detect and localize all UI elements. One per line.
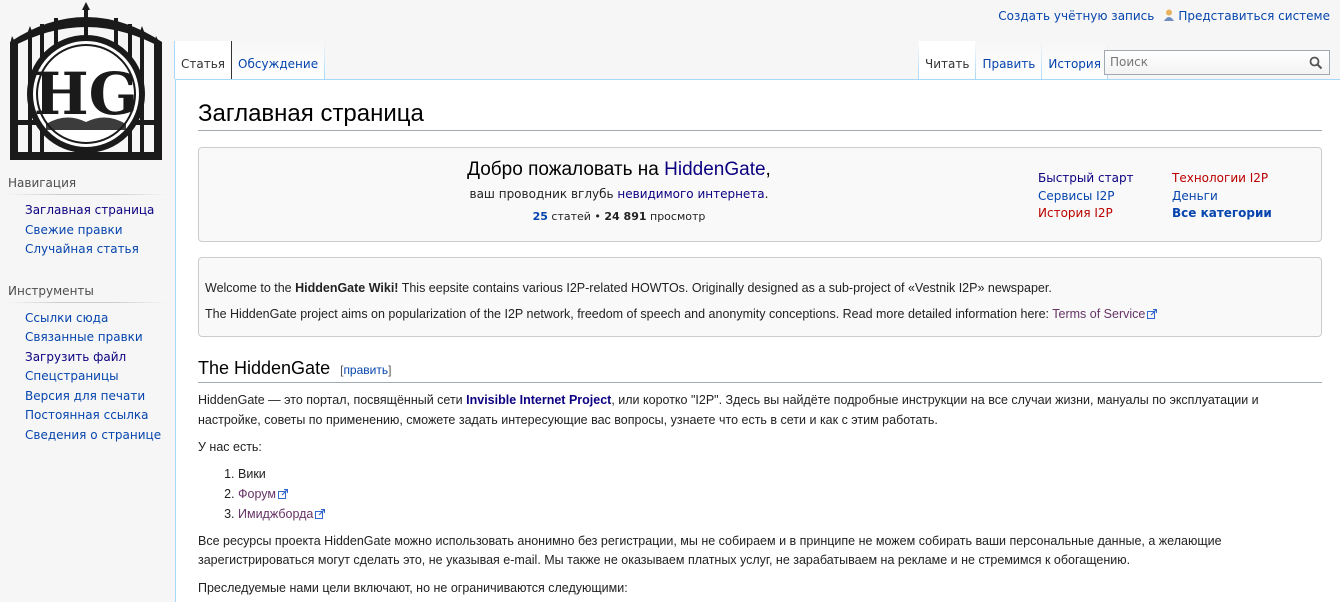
list-item-forum: Форум (238, 484, 1322, 504)
search-input[interactable] (1105, 51, 1295, 73)
section-heading-text: The HiddenGate (198, 358, 331, 378)
user-icon (1164, 9, 1175, 21)
section-p1-prefix: HiddenGate — это портал, посвящённый сет… (198, 393, 467, 407)
sidebar-item-special-pages[interactable]: Спецстраницы (25, 369, 119, 383)
section-paragraph-1: HiddenGate — это портал, посвящённый сет… (198, 391, 1322, 430)
edit-bracket-close: ] (388, 363, 392, 377)
intro-p1-prefix: Welcome to the (205, 281, 296, 295)
welcome-title: Добро пожаловать на HiddenGate, (199, 159, 1039, 181)
tab-discussion[interactable]: Обсуждение (232, 41, 326, 79)
welcome-suffix: , (765, 159, 771, 180)
views-label: просмотр (646, 210, 706, 223)
gate-logo-icon: HG (10, 2, 162, 160)
navigation-heading: Навигация (8, 160, 166, 195)
sidebar-item-printable-version[interactable]: Версия для печати (25, 389, 145, 403)
site-logo[interactable]: HG (10, 2, 162, 160)
intro-p2-text: The HiddenGate project aims on populariz… (205, 307, 1053, 321)
tab-edit[interactable]: Править (976, 41, 1043, 79)
section-paragraph-3: Преследуемые нами цели включают, но не о… (198, 580, 628, 595)
intro-p1-rest: This eepsite contains various I2P-relate… (398, 281, 1052, 295)
sidebar-item-recent-changes[interactable]: Свежие правки (25, 223, 123, 237)
quick-links: Быстрый старт Технологии I2P Сервисы I2P… (1038, 171, 1292, 222)
sidebar-item-random-article[interactable]: Случайная статья (25, 242, 139, 256)
tools-list: Ссылки сюда Связанные правки Загрузить ф… (8, 309, 166, 446)
articles-label: статей • (547, 210, 605, 223)
list-item-imageboard: Имиджборда (238, 504, 1322, 524)
resources-list: Вики Форум Имиджборда (238, 464, 1322, 524)
section-paragraph-2: Все ресурсы проекта HiddenGate можно исп… (198, 533, 1222, 568)
external-link-icon (315, 508, 326, 519)
navigation-list: Заглавная страница Свежие правки Случайн… (8, 201, 166, 260)
sidebar-item-main-page[interactable]: Заглавная страница (25, 203, 154, 217)
namespace-tabs: Статья Обсуждение (174, 41, 326, 79)
section-edit: [править] (340, 363, 391, 377)
navigation-portal: Навигация Заглавная страница Свежие прав… (8, 160, 166, 260)
content-area: Заглавная страница Добро пожаловать на H… (175, 79, 1340, 602)
invisible-internet-link[interactable]: невидимого интернета (617, 187, 764, 201)
section-heading: The HiddenGate [править] (198, 358, 1322, 383)
welcome-site-link[interactable]: HiddenGate (664, 159, 765, 180)
tools-heading: Инструменты (8, 267, 166, 303)
tab-history[interactable]: История (1042, 41, 1108, 79)
sidebar: Навигация Заглавная страница Свежие прав… (0, 160, 174, 445)
welcome-sub-prefix: ваш проводник вглубь (469, 187, 618, 201)
sidebar-item-what-links-here[interactable]: Ссылки сюда (25, 311, 108, 325)
page-title: Заглавная страница (198, 80, 1322, 131)
section-body: HiddenGate — это портал, посвящённый сет… (198, 391, 1322, 598)
intro-p1-bold: HiddenGate Wiki! (295, 281, 399, 295)
intro-box: Welcome to the HiddenGate Wiki! This eep… (198, 257, 1322, 337)
login-link-wrap[interactable]: Представиться системе (1164, 9, 1330, 23)
intro-paragraph-2: The HiddenGate project aims on populariz… (205, 306, 1315, 322)
welcome-prefix: Добро пожаловать на (467, 159, 665, 180)
welcome-sub-suffix: . (764, 187, 769, 201)
i2p-project-link[interactable]: Invisible Internet Project (466, 393, 611, 407)
all-categories-link[interactable]: Все категории (1172, 206, 1292, 222)
history-link[interactable]: История I2P (1038, 206, 1172, 222)
tab-read[interactable]: Читать (918, 41, 977, 79)
terms-of-service-link[interactable]: Terms of Service (1052, 307, 1145, 321)
sidebar-item-upload-file[interactable]: Загрузить файл (25, 350, 126, 364)
intro-paragraph-1: Welcome to the HiddenGate Wiki! This eep… (205, 280, 1315, 296)
create-account-link[interactable]: Создать учётную запись (998, 9, 1154, 23)
tools-portal: Инструменты Ссылки сюда Связанные правки… (8, 267, 166, 446)
section-edit-link[interactable]: править (343, 363, 388, 377)
sidebar-item-page-info[interactable]: Сведения о странице (25, 428, 161, 442)
external-link-icon (1147, 309, 1158, 319)
personal-tools: Создать учётную запись Представиться сис… (998, 9, 1330, 23)
welcome-stats: 25 статей • 24 891 просмотр (199, 210, 1039, 223)
svg-text:HG: HG (34, 60, 138, 128)
money-link[interactable]: Деньги (1172, 189, 1292, 205)
list-item-wiki: Вики (238, 464, 1322, 484)
welcome-box: Добро пожаловать на HiddenGate, ваш пров… (198, 147, 1322, 242)
services-link[interactable]: Сервисы I2P (1038, 189, 1172, 205)
welcome-center: Добро пожаловать на HiddenGate, ваш пров… (199, 159, 1039, 223)
sidebar-item-related-changes[interactable]: Связанные правки (25, 330, 143, 344)
forum-link[interactable]: Форум (238, 487, 276, 501)
imageboard-link[interactable]: Имиджборда (238, 507, 313, 521)
search-icon[interactable] (1309, 56, 1323, 70)
search-box (1104, 50, 1330, 75)
tab-article[interactable]: Статья (174, 41, 233, 79)
have-label: У нас есть: (198, 440, 262, 454)
welcome-subtitle: ваш проводник вглубь невидимого интернет… (199, 187, 1039, 201)
quick-start-link[interactable]: Быстрый старт (1038, 171, 1172, 187)
wiki-text: Вики (238, 466, 266, 481)
sidebar-item-permanent-link[interactable]: Постоянная ссылка (25, 408, 149, 422)
login-link[interactable]: Представиться системе (1178, 9, 1330, 23)
technologies-link[interactable]: Технологии I2P (1172, 171, 1292, 187)
external-link-icon (277, 488, 288, 499)
views-count: 24 891 (604, 210, 647, 223)
articles-count-link[interactable]: 25 (533, 210, 548, 223)
view-tabs: Читать Править История (918, 41, 1108, 79)
